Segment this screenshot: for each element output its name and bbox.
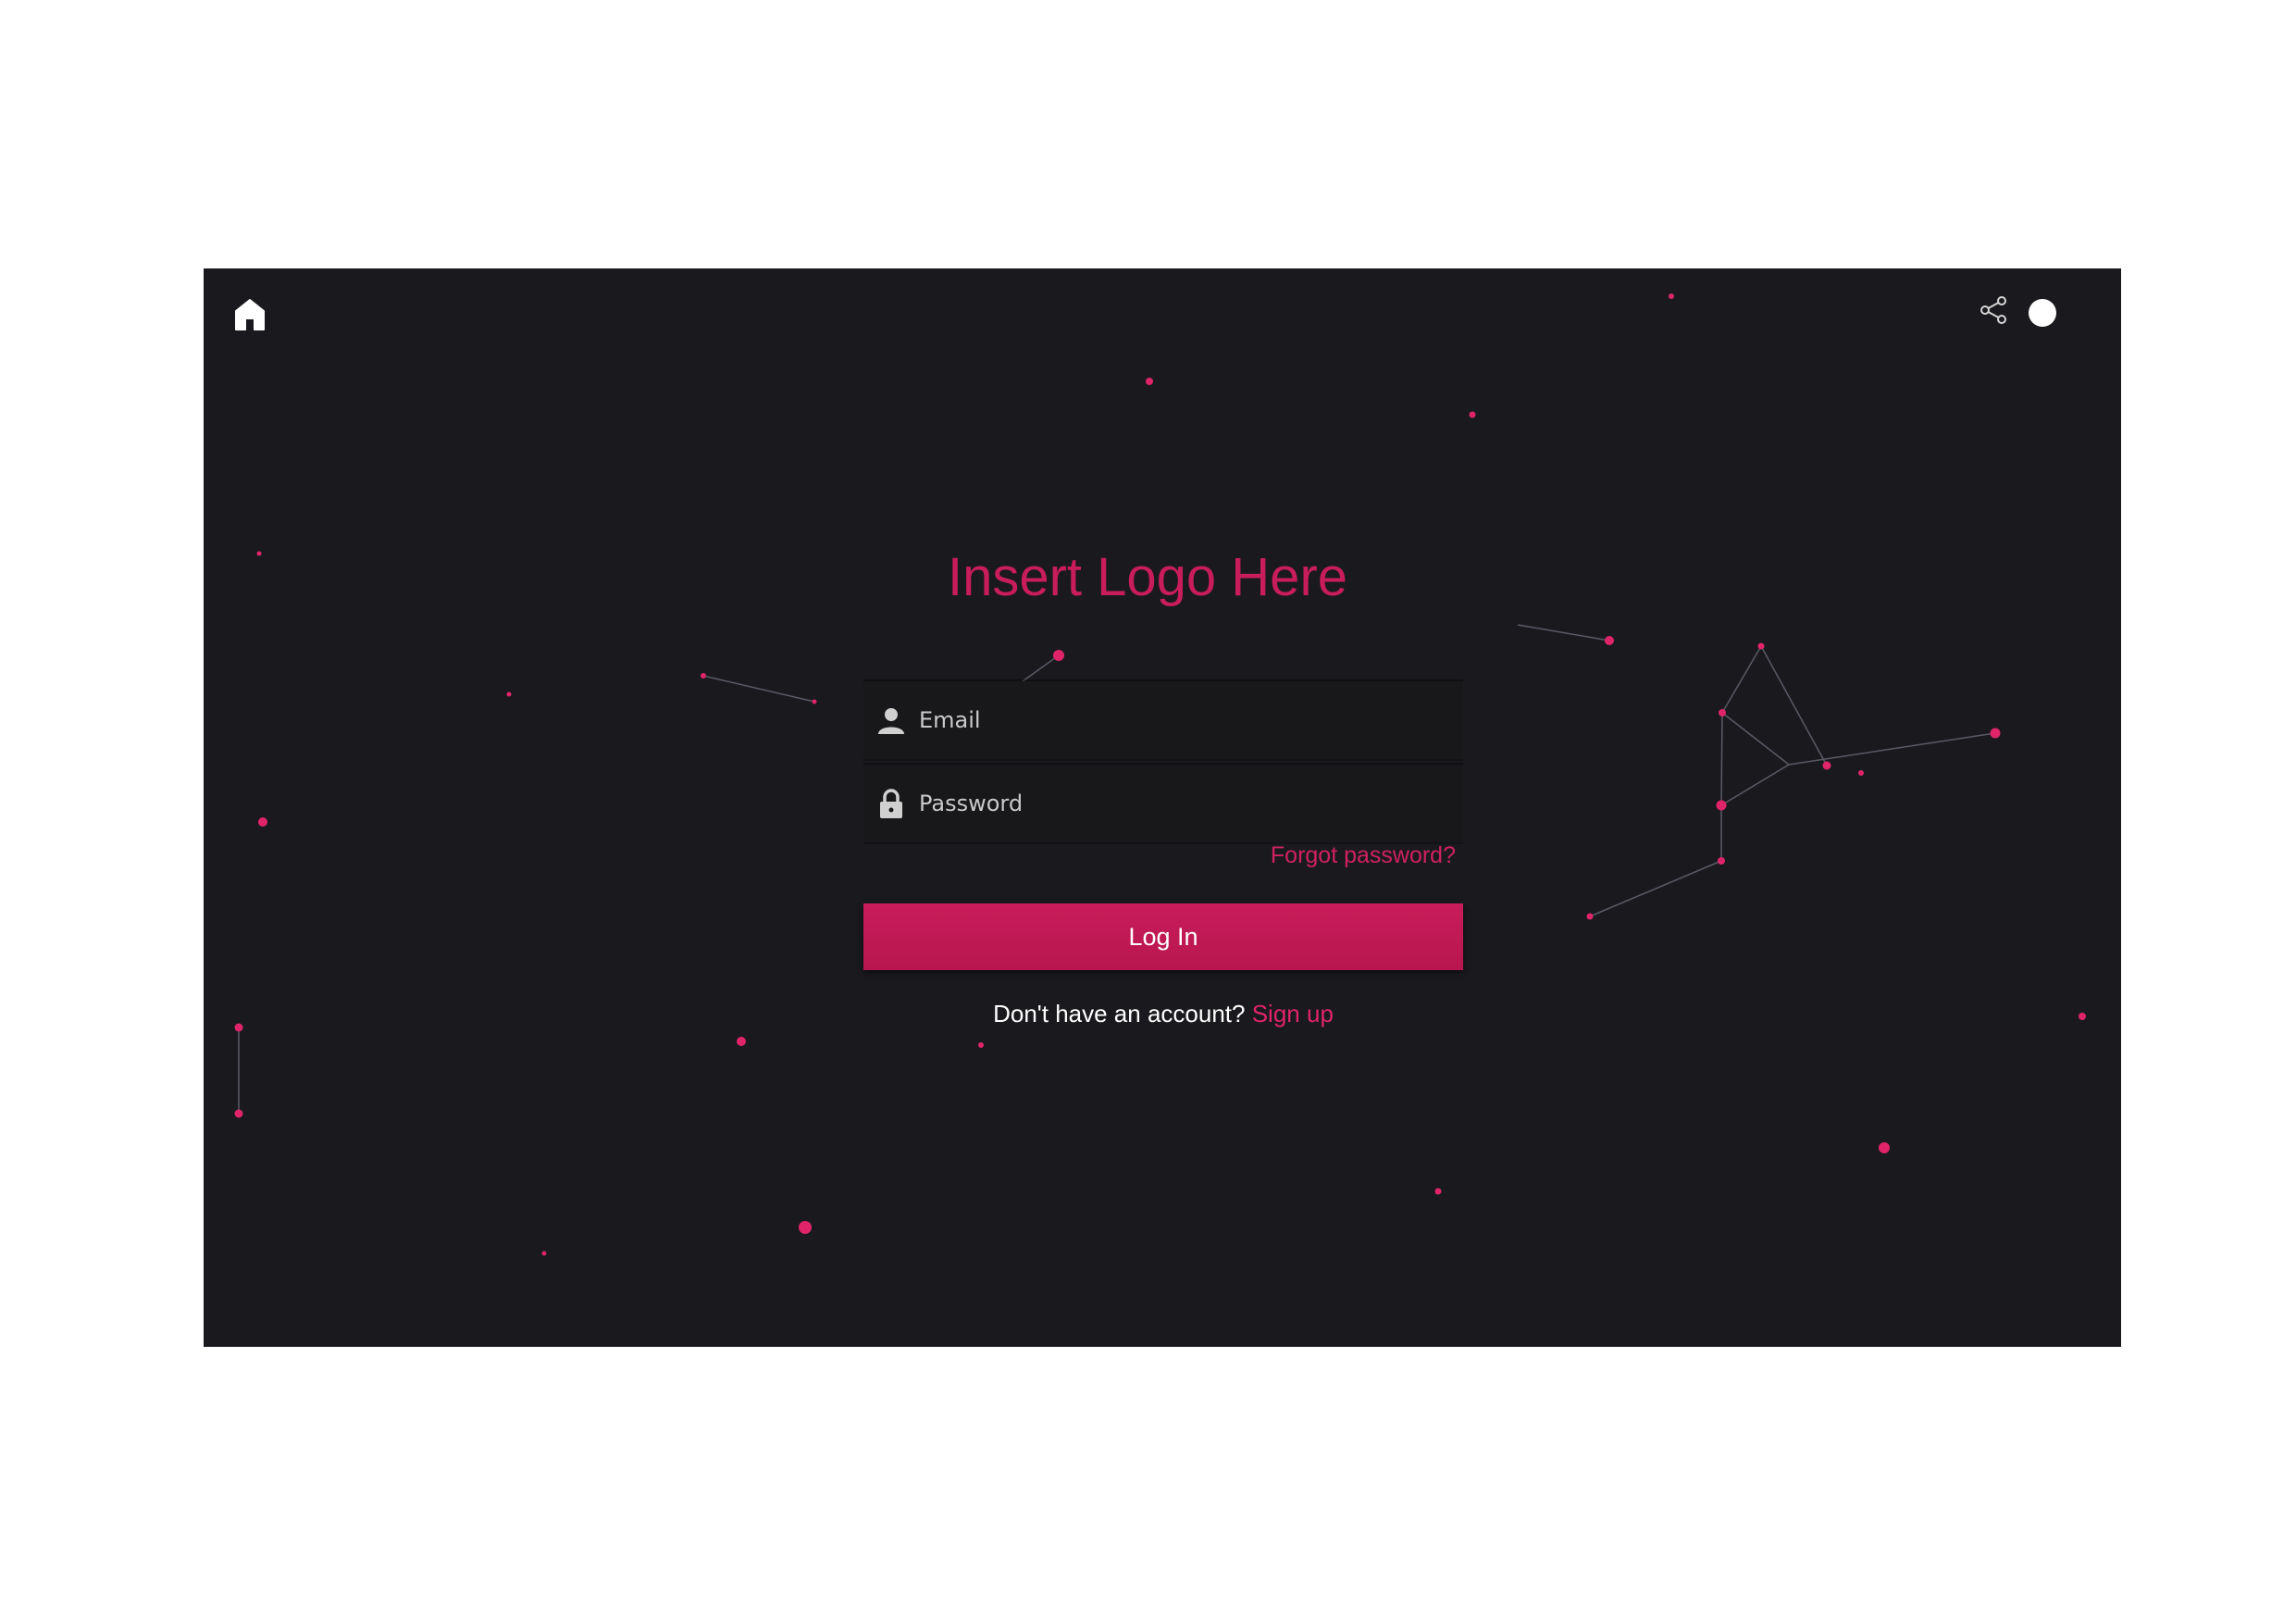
signup-prompt-text: Don't have an account? (993, 1000, 1246, 1027)
email-field-wrapper (863, 681, 1463, 759)
logo-placeholder: Insert Logo Here (947, 547, 1348, 607)
theme-toggle-button[interactable] (2029, 299, 2056, 327)
user-icon (873, 702, 910, 739)
login-screen: Insert Logo Here Forgot password? Log In… (204, 268, 2121, 1347)
home-button[interactable] (231, 296, 268, 333)
share-button[interactable] (1976, 292, 2013, 329)
password-input[interactable] (910, 775, 1463, 832)
forgot-password-link[interactable]: Forgot password? (1175, 842, 1456, 869)
password-field-wrapper (863, 765, 1463, 842)
signup-prompt: Don't have an account? Sign up (863, 1000, 1463, 1028)
lock-icon (873, 785, 910, 822)
home-icon (235, 299, 265, 330)
email-input[interactable] (910, 691, 1463, 749)
login-button[interactable]: Log In (863, 903, 1463, 970)
signup-link[interactable]: Sign up (1252, 1000, 1334, 1027)
share-icon (1980, 296, 2006, 324)
